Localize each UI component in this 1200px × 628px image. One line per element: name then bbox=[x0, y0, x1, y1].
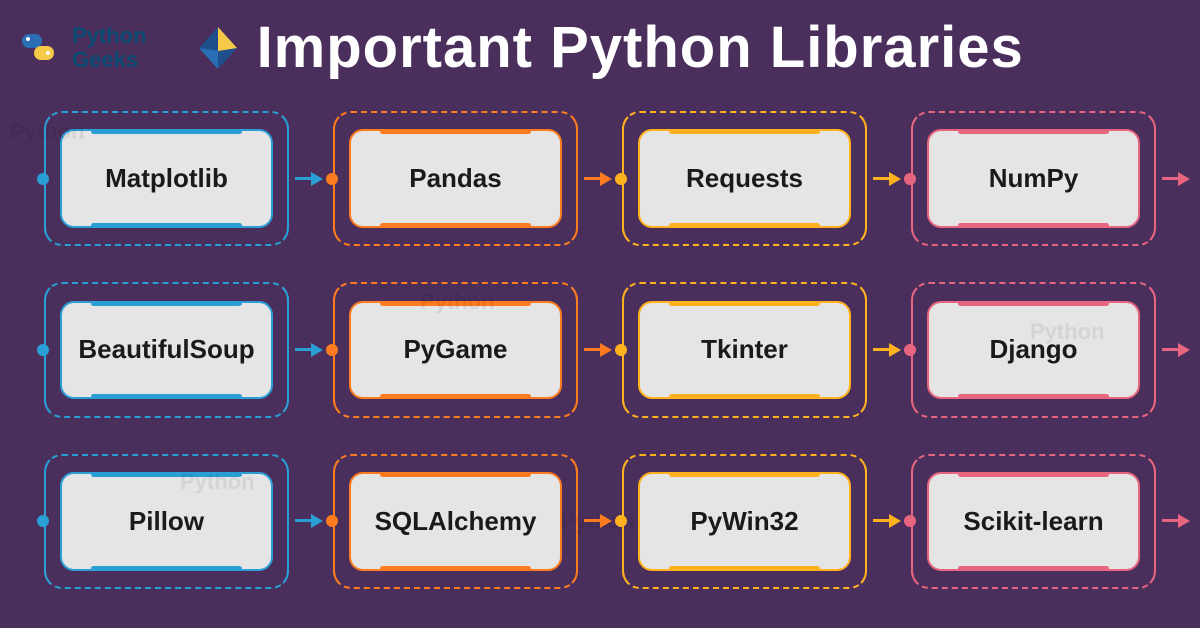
brand-line-1: Python bbox=[72, 24, 147, 47]
library-label: Tkinter bbox=[701, 334, 788, 365]
library-card-django: Django bbox=[927, 301, 1140, 400]
library-label: Django bbox=[989, 334, 1077, 365]
connector-dot-icon bbox=[904, 344, 916, 356]
library-card-matplotlib: Matplotlib bbox=[60, 129, 273, 228]
arrow-right-icon bbox=[889, 514, 901, 528]
library-cell: Django bbox=[911, 282, 1156, 417]
library-cell: PyGame bbox=[333, 282, 578, 417]
python-geeks-logo-icon bbox=[20, 28, 64, 68]
library-label: Pandas bbox=[409, 163, 502, 194]
library-card-pywin32: PyWin32 bbox=[638, 472, 851, 571]
arrow-right-icon bbox=[311, 172, 323, 186]
arrow-right-icon bbox=[311, 343, 323, 357]
library-label: BeautifulSoup bbox=[78, 334, 254, 365]
page-title: Important Python Libraries bbox=[257, 14, 1024, 81]
library-cell: PyWin32 bbox=[622, 454, 867, 589]
arrow-right-icon bbox=[1178, 172, 1190, 186]
connector-dot-icon bbox=[615, 344, 627, 356]
header: Python Geeks Important Python Libraries bbox=[0, 0, 1200, 89]
arrow-right-icon bbox=[889, 172, 901, 186]
connector-dot-icon bbox=[904, 515, 916, 527]
diamond-logo-icon bbox=[193, 23, 243, 73]
library-card-requests: Requests bbox=[638, 129, 851, 228]
library-card-pillow: Pillow bbox=[60, 472, 273, 571]
library-label: Scikit-learn bbox=[963, 506, 1103, 537]
arrow-right-icon bbox=[1178, 343, 1190, 357]
library-label: Requests bbox=[686, 163, 803, 194]
brand-line-2: Geeks bbox=[72, 48, 147, 71]
library-card-sqlalchemy: SQLAlchemy bbox=[349, 472, 562, 571]
library-cell: Scikit-learn bbox=[911, 454, 1156, 589]
connector-dot-icon bbox=[615, 173, 627, 185]
library-cell: Tkinter bbox=[622, 282, 867, 417]
library-label: Matplotlib bbox=[105, 163, 228, 194]
arrow-right-icon bbox=[311, 514, 323, 528]
library-cell: Matplotlib bbox=[44, 111, 289, 246]
library-card-pandas: Pandas bbox=[349, 129, 562, 228]
library-cell: SQLAlchemy bbox=[333, 454, 578, 589]
brand-text: Python Geeks bbox=[72, 24, 147, 70]
library-card-numpy: NumPy bbox=[927, 129, 1140, 228]
connector-dot-icon bbox=[326, 515, 338, 527]
title-wrap: Important Python Libraries bbox=[193, 14, 1024, 81]
connector-dot-icon bbox=[326, 344, 338, 356]
library-card-tkinter: Tkinter bbox=[638, 301, 851, 400]
brand-block: Python Geeks bbox=[20, 24, 147, 70]
library-card-pygame: PyGame bbox=[349, 301, 562, 400]
arrow-right-icon bbox=[600, 514, 612, 528]
library-cell: BeautifulSoup bbox=[44, 282, 289, 417]
arrow-right-icon bbox=[1178, 514, 1190, 528]
connector-dot-icon bbox=[37, 344, 49, 356]
library-cell: Requests bbox=[622, 111, 867, 246]
connector-dot-icon bbox=[615, 515, 627, 527]
connector-dot-icon bbox=[904, 173, 916, 185]
library-cell: Pillow bbox=[44, 454, 289, 589]
connector-dot-icon bbox=[37, 173, 49, 185]
connector-dot-icon bbox=[326, 173, 338, 185]
library-card-beautifulsoup: BeautifulSoup bbox=[60, 301, 273, 400]
arrow-right-icon bbox=[600, 172, 612, 186]
library-cell: Pandas bbox=[333, 111, 578, 246]
arrow-right-icon bbox=[600, 343, 612, 357]
library-label: NumPy bbox=[989, 163, 1079, 194]
library-cell: NumPy bbox=[911, 111, 1156, 246]
library-label: SQLAlchemy bbox=[375, 506, 537, 537]
library-card-scikit-learn: Scikit-learn bbox=[927, 472, 1140, 571]
library-grid: Matplotlib Pandas Requests NumPy bbox=[0, 89, 1200, 619]
arrow-right-icon bbox=[889, 343, 901, 357]
library-label: Pillow bbox=[129, 506, 204, 537]
library-label: PyGame bbox=[403, 334, 507, 365]
connector-dot-icon bbox=[37, 515, 49, 527]
library-label: PyWin32 bbox=[690, 506, 798, 537]
